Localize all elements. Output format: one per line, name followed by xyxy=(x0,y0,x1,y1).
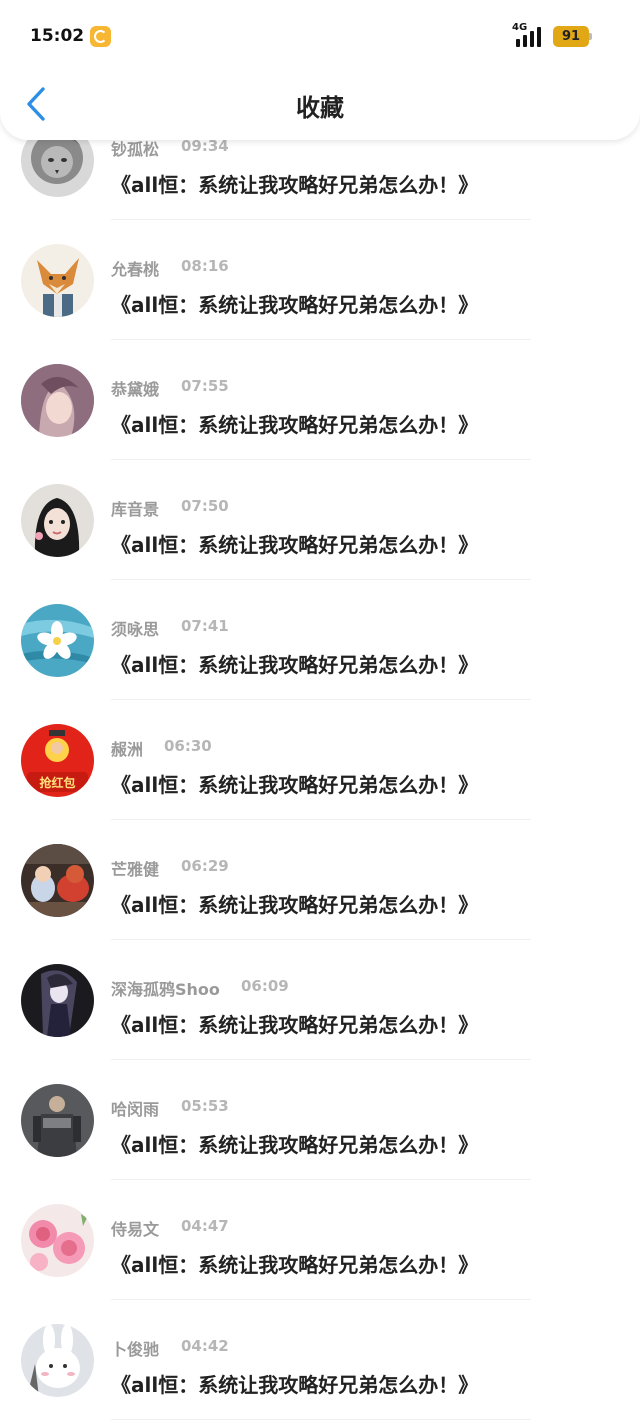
header-bar: 15:02 4G 91 收藏 xyxy=(0,0,640,140)
signal-icon xyxy=(516,27,544,47)
time-label: 04:47 xyxy=(181,1217,229,1235)
time-label: 06:30 xyxy=(164,737,212,755)
user-name: 深海孤鸦Shoo xyxy=(111,980,220,999)
avatar-pink-roses xyxy=(21,1204,94,1277)
user-name: 允春桃 xyxy=(111,260,160,279)
user-name: 库音景 xyxy=(111,500,160,519)
item-title: 《all恒：系统让我攻略好兄弟怎么办！》 xyxy=(111,173,479,197)
refresh-app-icon xyxy=(90,26,111,47)
avatar-fox xyxy=(21,244,94,317)
avatar-dark-anime xyxy=(21,964,94,1037)
user-name: 哈闵雨 xyxy=(111,1100,160,1119)
item-title: 《all恒：系统让我攻略好兄弟怎么办！》 xyxy=(111,1253,479,1277)
avatar-game-soldier xyxy=(21,1084,94,1157)
time-label: 05:53 xyxy=(181,1097,229,1115)
battery-icon: 91 xyxy=(553,26,589,47)
favorite-item[interactable]: 深海孤鸦Shoo 06:09 《all恒：系统让我攻略好兄弟怎么办！》 xyxy=(0,940,640,1060)
page-title: 收藏 xyxy=(296,94,344,122)
favorite-item[interactable]: 芒雅健 06:29 《all恒：系统让我攻略好兄弟怎么办！》 xyxy=(0,820,640,940)
avatar-text: 抢红包 xyxy=(39,775,75,790)
item-title: 《all恒：系统让我攻略好兄弟怎么办！》 xyxy=(111,893,479,917)
avatar-red-envelope: 抢红包 xyxy=(21,724,94,797)
item-title: 《all恒：系统让我攻略好兄弟怎么办！》 xyxy=(111,1133,479,1157)
favorite-item[interactable]: 库音景 07:50 《all恒：系统让我攻略好兄弟怎么办！》 xyxy=(0,460,640,580)
avatar-flower xyxy=(21,604,94,677)
item-title: 《all恒：系统让我攻略好兄弟怎么办！》 xyxy=(111,1013,479,1037)
avatar-rabbit xyxy=(21,1324,94,1397)
time-label: 07:41 xyxy=(181,617,229,635)
time-label: 08:16 xyxy=(181,257,229,275)
time-label: 04:42 xyxy=(181,1337,229,1355)
user-name: 侍易文 xyxy=(111,1220,160,1239)
item-title: 《all恒：系统让我攻略好兄弟怎么办！》 xyxy=(111,533,479,557)
favorite-item[interactable]: 侍易文 04:47 《all恒：系统让我攻略好兄弟怎么办！》 xyxy=(0,1180,640,1300)
time-label: 06:09 xyxy=(241,977,289,995)
item-title: 《all恒：系统让我攻略好兄弟怎么办！》 xyxy=(111,773,479,797)
favorite-item[interactable]: 恭黛娥 07:55 《all恒：系统让我攻略好兄弟怎么办！》 xyxy=(0,340,640,460)
avatar-anime-girl xyxy=(21,364,94,437)
user-name: 卜俊驰 xyxy=(111,1340,160,1359)
status-time: 15:02 xyxy=(30,26,85,46)
user-name: 芒雅健 xyxy=(111,860,160,879)
divider xyxy=(111,1419,531,1420)
time-label: 06:29 xyxy=(181,857,229,875)
favorite-item[interactable]: 允春桃 08:16 《all恒：系统让我攻略好兄弟怎么办！》 xyxy=(0,220,640,340)
time-label: 07:55 xyxy=(181,377,229,395)
favorites-screen: 钞孤松 09:34 《all恒：系统让我攻略好兄弟怎么办！》 允春桃 08:16 xyxy=(0,0,640,1426)
avatar-child-dog xyxy=(21,844,94,917)
item-title: 《all恒：系统让我攻略好兄弟怎么办！》 xyxy=(111,1373,479,1397)
item-title: 《all恒：系统让我攻略好兄弟怎么办！》 xyxy=(111,293,479,317)
favorite-item[interactable]: 哈闵雨 05:53 《all恒：系统让我攻略好兄弟怎么办！》 xyxy=(0,1060,640,1180)
battery-tip xyxy=(589,33,592,40)
user-name: 赧洲 xyxy=(111,740,144,759)
item-title: 《all恒：系统让我攻略好兄弟怎么办！》 xyxy=(111,413,479,437)
favorite-item[interactable]: 卜俊驰 04:42 《all恒：系统让我攻略好兄弟怎么办！》 xyxy=(0,1300,640,1420)
user-name: 须咏思 xyxy=(111,620,160,639)
favorite-item[interactable]: 抢红包 赧洲 06:30 《all恒：系统让我攻略好兄弟怎么办！》 xyxy=(0,700,640,820)
time-label: 07:50 xyxy=(181,497,229,515)
item-title: 《all恒：系统让我攻略好兄弟怎么办！》 xyxy=(111,653,479,677)
user-name: 恭黛娥 xyxy=(111,380,160,399)
avatar-selfie-girl xyxy=(21,484,94,557)
favorite-item[interactable]: 须咏思 07:41 《all恒：系统让我攻略好兄弟怎么办！》 xyxy=(0,580,640,700)
